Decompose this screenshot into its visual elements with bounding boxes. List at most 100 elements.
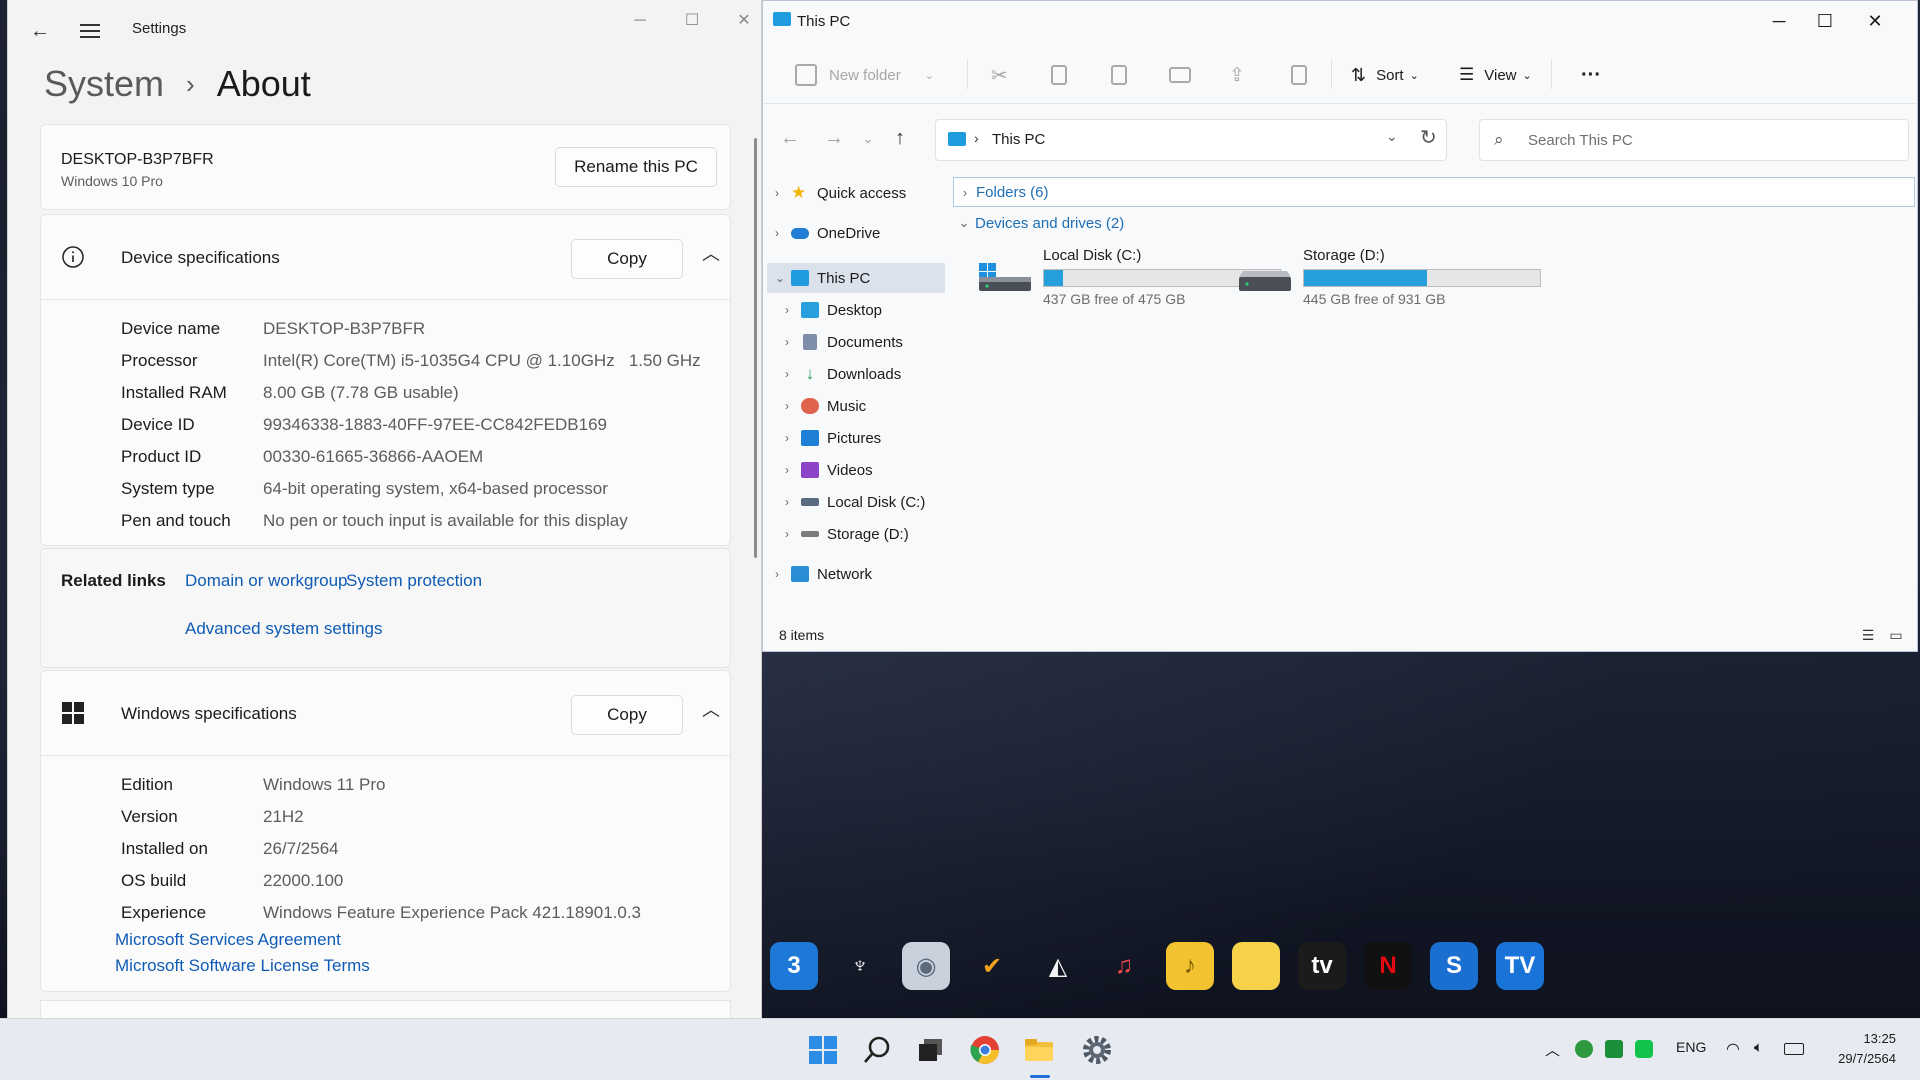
license-terms-link[interactable]: Microsoft Software License Terms	[115, 953, 370, 979]
search-input[interactable]: ⌕ Search This PC	[1479, 119, 1909, 161]
start-windows-icon[interactable]	[806, 1033, 840, 1067]
drive-item-d[interactable]: Storage (D:) 445 GB free of 931 GB	[1237, 247, 1557, 313]
maximize-button[interactable]: ☐	[1805, 9, 1845, 33]
rename-pc-button[interactable]: Rename this PC	[555, 147, 717, 187]
nav-item-network[interactable]: › Network	[775, 560, 872, 588]
nav-item-pictures[interactable]: › Pictures	[785, 424, 881, 452]
back-arrow-icon[interactable]: ←	[28, 20, 52, 44]
settings-gear-icon[interactable]	[1080, 1033, 1114, 1067]
breadcrumb-system[interactable]: System	[44, 63, 164, 105]
more-options-icon[interactable]: ···	[1581, 61, 1601, 89]
advanced-system-settings-link[interactable]: Advanced system settings	[185, 619, 382, 639]
star-icon: ★	[791, 183, 807, 202]
line-chat-icon[interactable]	[1635, 1040, 1653, 1058]
refresh-icon[interactable]: ↻	[1420, 125, 1437, 150]
chevron-right-icon[interactable]: ›	[785, 527, 801, 541]
hamburger-menu-icon[interactable]	[78, 20, 102, 44]
wifi-icon[interactable]: ◠	[1726, 1039, 1740, 1059]
rename-icon[interactable]	[1169, 61, 1191, 89]
network-monitor-icon[interactable]	[1575, 1040, 1593, 1058]
nav-item-documents[interactable]: › Documents	[785, 328, 903, 356]
delete-icon[interactable]	[1291, 61, 1307, 89]
clock[interactable]: 13:25 29/7/2564	[1838, 1029, 1896, 1069]
nav-item-downloads[interactable]: › ↓ Downloads	[785, 360, 901, 388]
windows-specifications-header[interactable]: Windows specifications Copy ︿	[41, 671, 730, 756]
forward-arrow-icon[interactable]: →	[821, 127, 847, 150]
minimize-button[interactable]: ─	[622, 10, 658, 34]
services-agreement-link[interactable]: Microsoft Services Agreement	[115, 927, 370, 953]
cut-icon[interactable]: ✂	[991, 61, 1008, 89]
tv-logo-icon[interactable]: TV	[1496, 942, 1544, 990]
disc-icon[interactable]: ◉	[902, 942, 950, 990]
apple-tv-icon[interactable]: tv	[1298, 942, 1346, 990]
drive-icon	[801, 498, 819, 506]
domain-workgroup-link[interactable]: Domain or workgroup	[185, 571, 348, 591]
checklist-icon[interactable]: ✔	[968, 942, 1016, 990]
chevron-right-icon[interactable]: ›	[785, 303, 801, 317]
up-arrow-icon[interactable]: ↑	[887, 127, 913, 150]
file-explorer-icon[interactable]	[1022, 1033, 1056, 1067]
search-icon[interactable]	[860, 1033, 894, 1067]
minimize-button[interactable]: ─	[1759, 9, 1799, 33]
music-folder-icon[interactable]: ♪	[1166, 942, 1214, 990]
details-view-icon[interactable]: ☰	[1859, 627, 1877, 645]
nav-item-quick-access[interactable]: › ★ Quick access	[775, 179, 906, 207]
nav-item-this-pc[interactable]: ⌄ This PC	[775, 264, 870, 292]
nav-item-videos[interactable]: › Videos	[785, 456, 873, 484]
chevron-right-icon[interactable]: ›	[775, 567, 791, 581]
folders-group-header[interactable]: › Folders (6)	[953, 177, 1915, 207]
podcast-icon[interactable]: ♆	[836, 942, 884, 990]
new-folder-button[interactable]: New folder ⌄	[795, 61, 934, 89]
fox-icon[interactable]: ◭	[1034, 942, 1082, 990]
language-indicator[interactable]: ENG	[1676, 1039, 1706, 1055]
tray-app-icon[interactable]	[1605, 1040, 1623, 1058]
chevron-down-icon[interactable]: ⌄	[1386, 128, 1398, 145]
chevron-down-icon[interactable]: ⌄	[775, 271, 791, 285]
nav-item-onedrive[interactable]: › OneDrive	[775, 219, 880, 247]
copy-icon[interactable]	[1051, 61, 1067, 89]
show-hidden-icons-chevron-icon[interactable]: ︿	[1545, 1039, 1560, 1060]
nav-item-local-disk-c[interactable]: › Local Disk (C:)	[785, 488, 925, 516]
paste-icon[interactable]	[1111, 61, 1127, 89]
copy-windows-specs-button[interactable]: Copy	[571, 695, 683, 735]
s-logo-icon[interactable]: S	[1430, 942, 1478, 990]
recent-locations-chevron-icon[interactable]: ⌄	[855, 131, 881, 147]
chevron-right-icon[interactable]: ›	[785, 367, 801, 381]
battery-icon[interactable]	[1784, 1043, 1804, 1055]
close-button[interactable]: ✕	[726, 10, 761, 34]
task-view-icon[interactable]	[914, 1033, 948, 1067]
device-specifications-header[interactable]: Device specifications Copy ︿	[41, 215, 730, 300]
chevron-right-icon[interactable]: ›	[785, 463, 801, 477]
chevron-up-icon[interactable]: ︿	[696, 239, 726, 269]
maximize-button[interactable]: ☐	[674, 10, 710, 34]
address-bar[interactable]: › This PC ⌄ ↻	[935, 119, 1447, 161]
nav-item-music[interactable]: › Music	[785, 392, 866, 420]
chevron-right-icon[interactable]: ›	[785, 399, 801, 413]
nav-item-desktop[interactable]: › Desktop	[785, 296, 882, 324]
copy-device-specs-button[interactable]: Copy	[571, 239, 683, 279]
chrome-icon[interactable]	[968, 1033, 1002, 1067]
chevron-right-icon[interactable]: ›	[785, 335, 801, 349]
chevron-right-icon[interactable]: ›	[775, 226, 791, 240]
address-path[interactable]: This PC	[992, 131, 1045, 148]
sort-button[interactable]: ⇅ Sort ⌄	[1351, 61, 1419, 89]
netflix-icon[interactable]: N	[1364, 942, 1412, 990]
app-3-icon[interactable]: 3	[770, 942, 818, 990]
chevron-right-icon[interactable]: ›	[785, 431, 801, 445]
chevron-right-icon[interactable]: ›	[775, 186, 791, 200]
scrollbar[interactable]	[754, 138, 757, 558]
view-button[interactable]: ☰ View ⌄	[1459, 61, 1532, 89]
large-icons-view-icon[interactable]: ▭	[1887, 627, 1905, 645]
windows-drive-icon	[979, 263, 1031, 291]
chevron-up-icon[interactable]: ︿	[696, 695, 726, 725]
devices-group-header[interactable]: ⌄ Devices and drives (2)	[953, 209, 1125, 237]
folder-icon[interactable]: ▬	[1232, 942, 1280, 990]
share-icon[interactable]: ⇪	[1229, 61, 1245, 89]
chevron-right-icon[interactable]: ›	[785, 495, 801, 509]
close-button[interactable]: ✕	[1855, 9, 1895, 33]
system-protection-link[interactable]: System protection	[346, 571, 482, 591]
music-note-icon[interactable]: ♫	[1100, 942, 1148, 990]
volume-icon[interactable]: 🔈︎	[1754, 1039, 1763, 1056]
nav-item-storage-d[interactable]: › Storage (D:)	[785, 520, 909, 548]
back-arrow-icon[interactable]: ←	[777, 127, 803, 150]
